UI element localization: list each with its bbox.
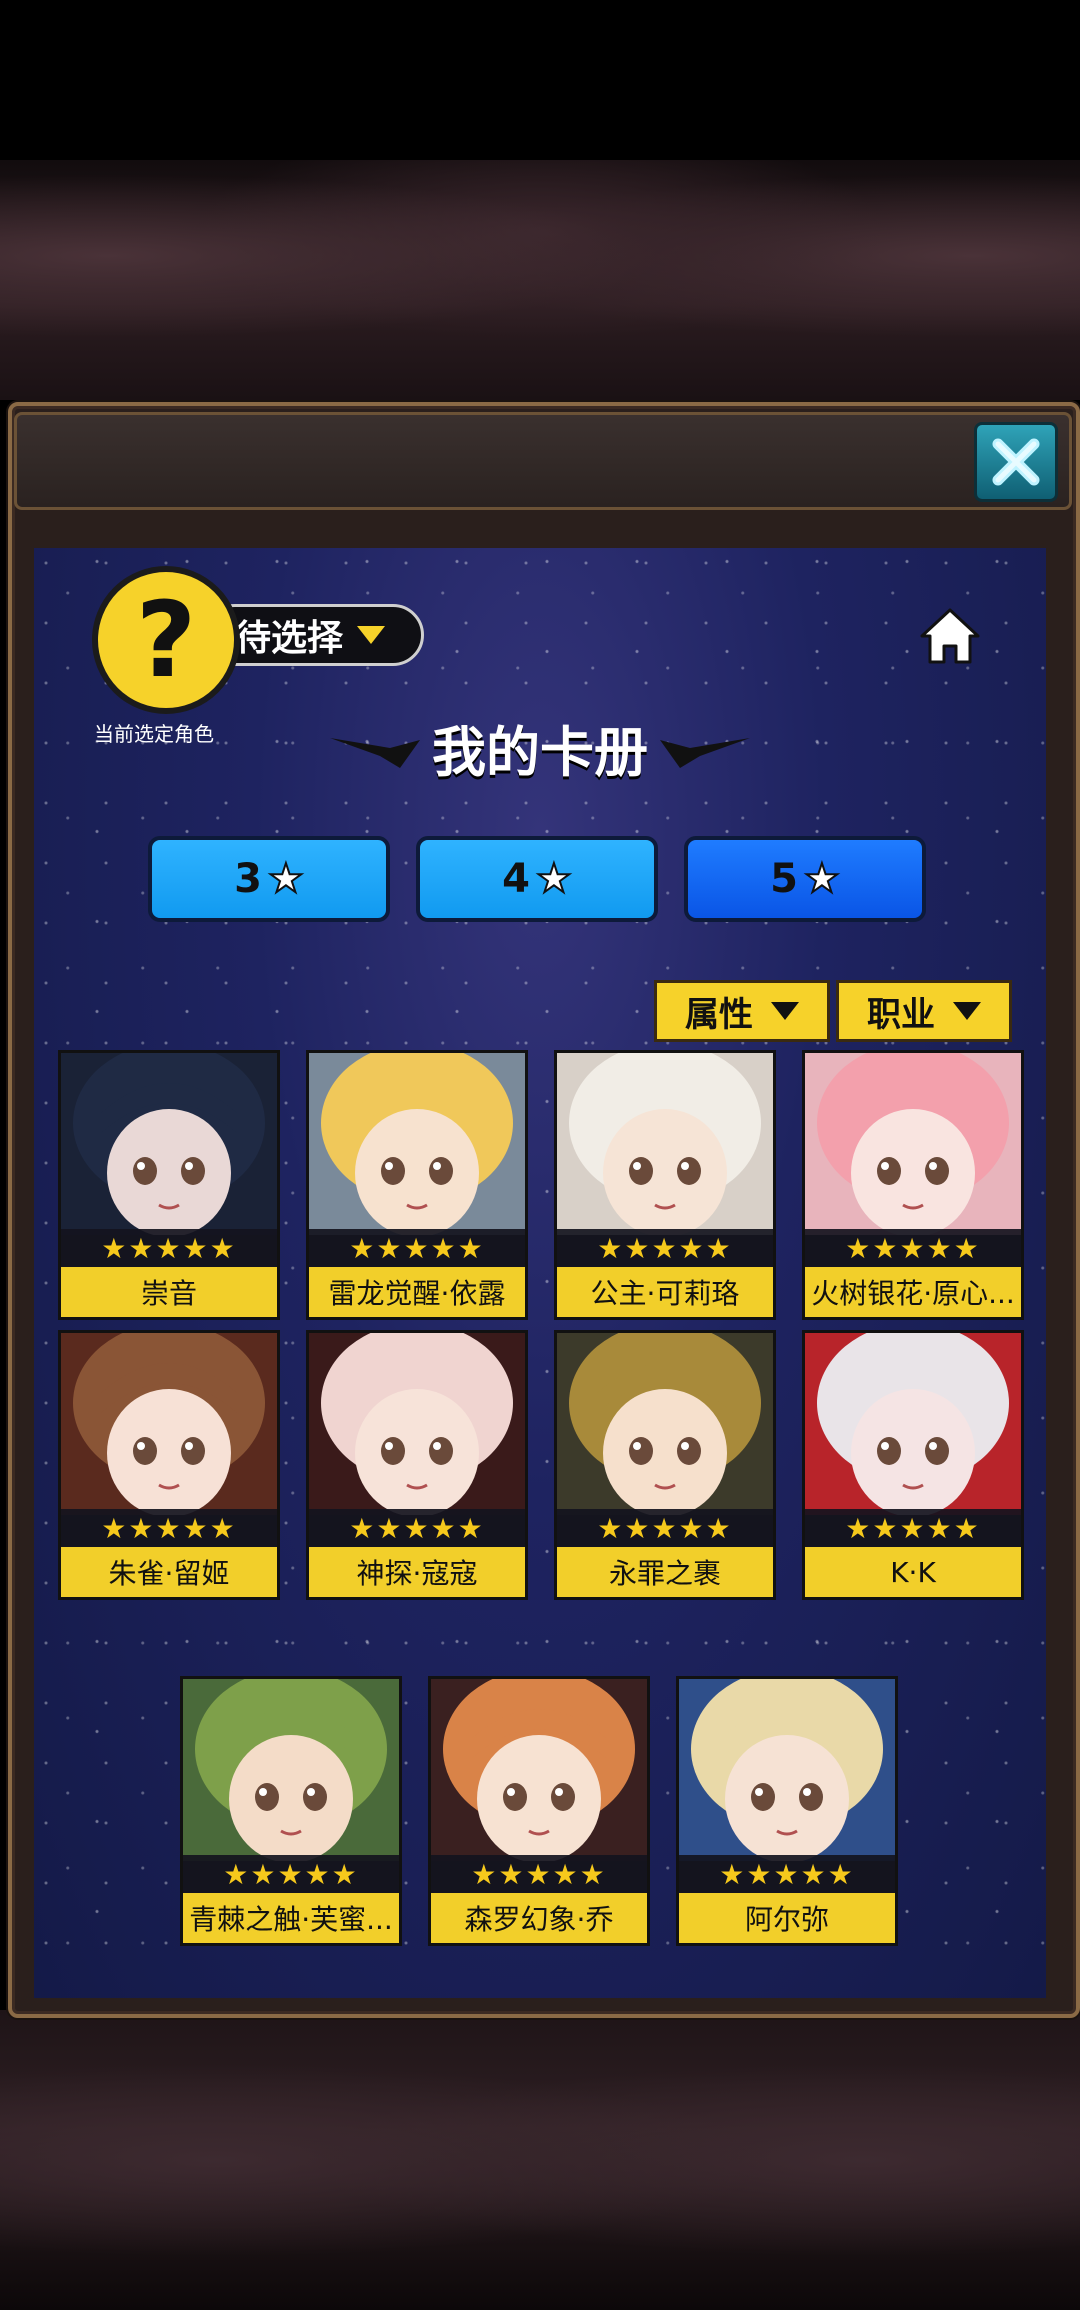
character-name: 朱雀·留姬 [61,1547,277,1597]
character-name: 雷龙觉醒·依露 [309,1267,525,1317]
rarity-stars: ★★★★★ [61,1509,277,1547]
question-mark-icon: ? [135,579,197,701]
rarity-stars: ★★★★★ [557,1509,773,1547]
rarity-stars: ★★★★★ [309,1509,525,1547]
rarity-stars: ★★★★★ [61,1229,277,1267]
star-icon: ★ [535,855,573,903]
character-portrait [679,1679,895,1861]
close-icon [992,438,1040,486]
character-name: 崇音 [61,1267,277,1317]
attribute-filter-dropdown[interactable]: 属性 [654,980,830,1042]
ornate-header-decoration [0,160,1080,400]
character-name: 青棘之触·芙蜜... [183,1893,399,1943]
character-portrait [557,1333,773,1515]
character-portrait [805,1333,1021,1515]
chevron-down-icon [771,1002,799,1020]
rarity-stars: ★★★★★ [183,1855,399,1893]
character-name: 神探·寇寇 [309,1547,525,1597]
character-card[interactable]: ★★★★★ K·K [802,1330,1024,1600]
home-icon[interactable] [918,604,982,668]
rarity-stars: ★★★★★ [805,1229,1021,1267]
character-card[interactable]: ★★★★★ 青棘之触·芙蜜... [180,1676,402,1946]
card-album-panel: ? 待选择 当前选定角色 我的卡册 3 ★ 4 ★ 5 ★ 属性 职业 ★★★★★ 崇音… [34,548,1046,1998]
ornate-footer-decoration [0,2010,1080,2310]
character-name: 森罗幻象·乔 [431,1893,647,1943]
character-card[interactable]: ★★★★★ 永罪之裹 [554,1330,776,1600]
selected-status-label: 待选择 [235,618,344,659]
character-name: 永罪之裹 [557,1547,773,1597]
character-card[interactable]: ★★★★★ 森罗幻象·乔 [428,1676,650,1946]
character-portrait [61,1053,277,1235]
rarity-stars: ★★★★★ [309,1229,525,1267]
character-portrait [431,1679,647,1861]
character-portrait [309,1333,525,1515]
character-card[interactable]: ★★★★★ 火树银花·原心... [802,1050,1024,1320]
rarity-stars: ★★★★★ [679,1855,895,1893]
rarity-stars: ★★★★★ [805,1509,1021,1547]
star-icon: ★ [803,855,841,903]
character-name: 阿尔弥 [679,1893,895,1943]
character-portrait [805,1053,1021,1235]
character-card[interactable]: ★★★★★ 公主·可莉珞 [554,1050,776,1320]
character-card[interactable]: ★★★★★ 雷龙觉醒·依露 [306,1050,528,1320]
chevron-down-icon [357,626,386,644]
profession-filter-dropdown[interactable]: 职业 [836,980,1012,1042]
character-portrait [557,1053,773,1235]
character-card[interactable]: ★★★★★ 阿尔弥 [676,1676,898,1946]
close-button[interactable] [974,422,1058,502]
tab-3-star[interactable]: 3 ★ [148,836,390,922]
character-card[interactable]: ★★★★★ 崇音 [58,1050,280,1320]
tab-4-star[interactable]: 4 ★ [416,836,658,922]
character-portrait [61,1333,277,1515]
character-name: 公主·可莉珞 [557,1267,773,1317]
rarity-stars: ★★★★★ [431,1855,647,1893]
chevron-down-icon [953,1002,981,1020]
character-name: K·K [805,1547,1021,1597]
current-character-avatar[interactable]: ? [92,566,240,714]
character-portrait [309,1053,525,1235]
right-wing-ornament [660,738,750,768]
rarity-stars: ★★★★★ [557,1229,773,1267]
dialog-titlebar [14,412,1072,510]
page-title: 我的卡册 [432,721,648,784]
character-portrait [183,1679,399,1861]
character-card[interactable]: ★★★★★ 朱雀·留姬 [58,1330,280,1600]
tab-5-star[interactable]: 5 ★ [684,836,926,922]
character-card[interactable]: ★★★★★ 神探·寇寇 [306,1330,528,1600]
star-icon: ★ [267,855,305,903]
character-name: 火树银花·原心... [805,1267,1021,1317]
